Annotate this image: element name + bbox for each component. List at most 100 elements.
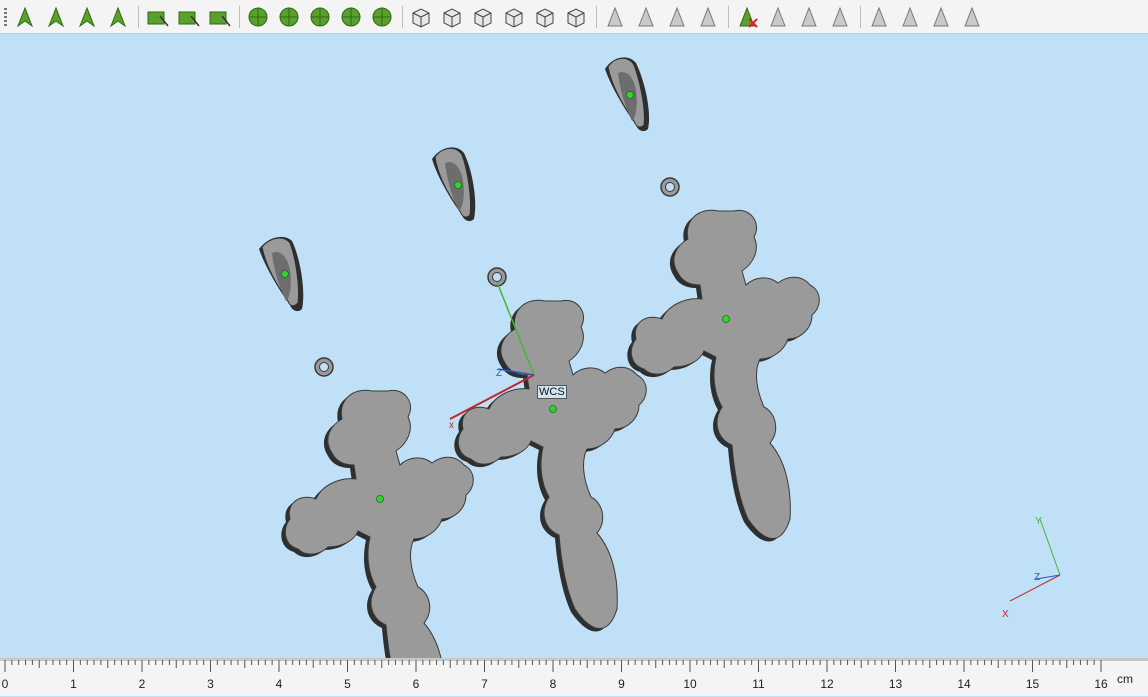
- delete-selection-icon: [739, 6, 758, 28]
- snap-arrow-button[interactable]: [602, 4, 628, 30]
- show-visibility-icon: [933, 6, 949, 27]
- select-solid-button[interactable]: [105, 4, 131, 30]
- mesh-nodes-button[interactable]: [276, 4, 302, 30]
- ruler-label: 10: [683, 677, 697, 691]
- view-shaded-button[interactable]: [470, 4, 496, 30]
- ruler-label: 5: [344, 677, 351, 691]
- toolbar-grip[interactable]: [4, 8, 7, 26]
- triad-z-label: Z: [1034, 572, 1040, 583]
- ruler-label: 11: [752, 677, 765, 691]
- mesh-sphere-button[interactable]: [338, 4, 364, 30]
- snap-edge-button[interactable]: [664, 4, 690, 30]
- view-iso-button[interactable]: [563, 4, 589, 30]
- ruler-label: 12: [820, 677, 834, 691]
- snap-edge-icon: [669, 6, 685, 27]
- hide-face-icon: [770, 6, 786, 27]
- toolbar-separator: [728, 6, 729, 28]
- mesh-face-icon: [248, 7, 268, 27]
- snap-globe-button[interactable]: [695, 4, 721, 30]
- mesh-sphere-icon: [341, 7, 361, 27]
- ruler-label: 6: [412, 677, 420, 691]
- show-plane-icon: [964, 6, 980, 27]
- hide-edge-icon: [832, 6, 848, 27]
- mesh-nodes-icon: [279, 7, 299, 27]
- show-info-icon: [902, 6, 918, 27]
- draw-rectangle-button[interactable]: [144, 4, 170, 30]
- draw-curve-icon: [209, 11, 231, 27]
- delete-selection-button[interactable]: [734, 4, 760, 30]
- wcs-label: WCS: [537, 385, 567, 399]
- cross-part-left[interactable]: [281, 357, 474, 658]
- scene-canvas[interactable]: Z x Y Z X: [0, 35, 1148, 658]
- bail-marker-right: [626, 91, 634, 99]
- ruler-label: 2: [138, 677, 146, 691]
- view-top-icon: [443, 8, 461, 28]
- bail-marker-left: [281, 270, 289, 278]
- wcs-axis-x-label: x: [449, 420, 454, 431]
- ruler-label: 1: [70, 677, 77, 691]
- ruler-label: 16: [1094, 677, 1108, 691]
- copy-face-icon: [801, 6, 817, 27]
- mesh-pattern-icon: [310, 7, 330, 27]
- copy-face-button[interactable]: [796, 4, 822, 30]
- select-face-icon: [47, 6, 65, 28]
- main-toolbar: [0, 0, 1148, 34]
- ruler-label: 14: [957, 677, 971, 691]
- snap-arrow-icon: [607, 6, 623, 27]
- show-info-button[interactable]: [897, 4, 923, 30]
- bail-part-middle[interactable]: [432, 147, 476, 222]
- mesh-cut-button[interactable]: [369, 4, 395, 30]
- view-section-button[interactable]: [532, 4, 558, 30]
- view-shaded-icon: [474, 8, 492, 28]
- view-front-icon: [412, 8, 430, 28]
- triad-x-label: X: [1002, 609, 1009, 620]
- select-edge-icon: [78, 6, 96, 28]
- view-front-button[interactable]: [408, 4, 434, 30]
- bail-marker-middle: [454, 181, 462, 189]
- select-edge-button[interactable]: [74, 4, 100, 30]
- ruler-label: 9: [618, 677, 625, 691]
- ruler-label: 15: [1025, 677, 1040, 691]
- toolbar-separator: [239, 6, 240, 28]
- show-hidden-button[interactable]: [866, 4, 892, 30]
- draw-rectangle-icon: [147, 11, 169, 27]
- horizontal-ruler: 0 1 2 3 4 5 6 7 8 9 10 11 12 13 14 15 16 cm: [0, 658, 1148, 696]
- toolbar-separator: [860, 6, 861, 28]
- select-solid-icon: [109, 6, 127, 28]
- mesh-face-button[interactable]: [245, 4, 271, 30]
- wcs-axis-z-label: Z: [496, 368, 502, 379]
- ruler-label: 4: [275, 677, 283, 691]
- mesh-cut-icon: [372, 7, 392, 27]
- draw-nodes-icon: [178, 11, 200, 27]
- toolbar-separator: [138, 6, 139, 28]
- hide-edge-button[interactable]: [827, 4, 853, 30]
- orientation-triad: Y Z X: [1002, 516, 1061, 620]
- draw-curve-button[interactable]: [206, 4, 232, 30]
- draw-nodes-button[interactable]: [175, 4, 201, 30]
- mesh-pattern-button[interactable]: [307, 4, 333, 30]
- snap-face-icon: [638, 6, 654, 27]
- view-wireframe-button[interactable]: [501, 4, 527, 30]
- ruler-label: 0: [1, 677, 9, 691]
- select-arrow-icon: [16, 6, 34, 28]
- view-wireframe-icon: [505, 8, 523, 28]
- 3d-viewport[interactable]: Z x Y Z X WCS: [0, 35, 1148, 658]
- ruler-unit: cm: [1117, 672, 1133, 686]
- ruler-label: 13: [888, 677, 903, 691]
- ruler-ticks: [0, 659, 1148, 672]
- show-plane-button[interactable]: [959, 4, 985, 30]
- view-top-button[interactable]: [439, 4, 465, 30]
- ruler-label: 3: [207, 677, 214, 691]
- snap-face-button[interactable]: [633, 4, 659, 30]
- view-iso-icon: [567, 8, 585, 28]
- view-section-icon: [536, 8, 554, 28]
- cross-part-middle[interactable]: [454, 267, 647, 632]
- ruler-label: 8: [549, 677, 557, 691]
- show-visibility-button[interactable]: [928, 4, 954, 30]
- select-arrow-button[interactable]: [12, 4, 38, 30]
- select-face-button[interactable]: [43, 4, 69, 30]
- triad-y-label: Y: [1035, 516, 1042, 527]
- hide-face-button[interactable]: [765, 4, 791, 30]
- cross-part-right[interactable]: [627, 177, 820, 542]
- toolbar-separator: [596, 6, 597, 28]
